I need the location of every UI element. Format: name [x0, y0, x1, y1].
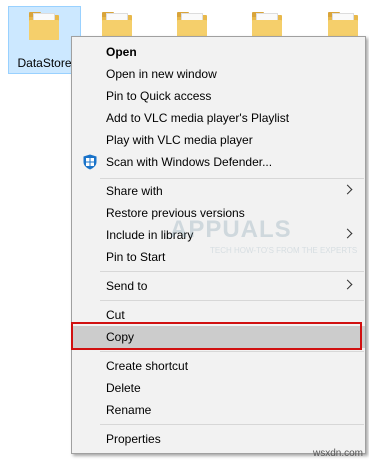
menu-item-open[interactable]: Open [72, 41, 365, 63]
menu-item-vlc-play[interactable]: Play with VLC media player [72, 129, 365, 151]
menu-item-vlc-playlist[interactable]: Add to VLC media player's Playlist [72, 107, 365, 129]
menu-item-properties[interactable]: Properties [72, 428, 365, 450]
menu-item-label: Create shortcut [106, 359, 189, 373]
menu-separator [100, 351, 364, 352]
windows-defender-shield-icon [83, 154, 97, 170]
menu-item-label: Scan with Windows Defender... [106, 155, 273, 169]
chevron-right-icon [342, 279, 353, 290]
menu-separator [100, 271, 364, 272]
watermark-subtext: TECH HOW-TO'S FROM THE EXPERTS [210, 246, 358, 255]
menu-item-delete[interactable]: Delete [72, 377, 365, 399]
menu-separator [100, 300, 364, 301]
menu-separator [100, 178, 364, 179]
menu-item-label: Share with [106, 184, 163, 198]
menu-item-label: Open in new window [106, 67, 217, 81]
menu-item-label: Open [106, 45, 137, 59]
context-menu: Open Open in new window Pin to Quick acc… [71, 36, 366, 454]
watermark-text: APPUALS [170, 216, 292, 243]
source-footer: wsxdn.com [312, 448, 363, 459]
chevron-right-icon [342, 228, 353, 239]
folder-icon [29, 12, 59, 40]
menu-item-windows-defender[interactable]: Scan with Windows Defender... [72, 151, 365, 173]
menu-item-label: Delete [106, 381, 141, 395]
menu-separator [100, 424, 364, 425]
copy-highlight-box [71, 322, 362, 350]
chevron-right-icon [342, 184, 353, 195]
menu-item-label: Send to [106, 279, 148, 293]
menu-item-label: Play with VLC media player [106, 133, 253, 147]
menu-item-label: Pin to Start [106, 250, 166, 264]
menu-item-send-to[interactable]: Send to [72, 275, 365, 297]
menu-item-label: Properties [106, 432, 161, 446]
menu-item-share-with[interactable]: Share with [72, 180, 365, 202]
menu-item-label: Rename [106, 403, 152, 417]
menu-item-rename[interactable]: Rename [72, 399, 365, 421]
menu-item-label: Add to VLC media player's Playlist [106, 111, 290, 125]
menu-item-create-shortcut[interactable]: Create shortcut [72, 355, 365, 377]
menu-item-label: Pin to Quick access [106, 89, 212, 103]
menu-item-pin-quick-access[interactable]: Pin to Quick access [72, 85, 365, 107]
menu-item-open-new-window[interactable]: Open in new window [72, 63, 365, 85]
